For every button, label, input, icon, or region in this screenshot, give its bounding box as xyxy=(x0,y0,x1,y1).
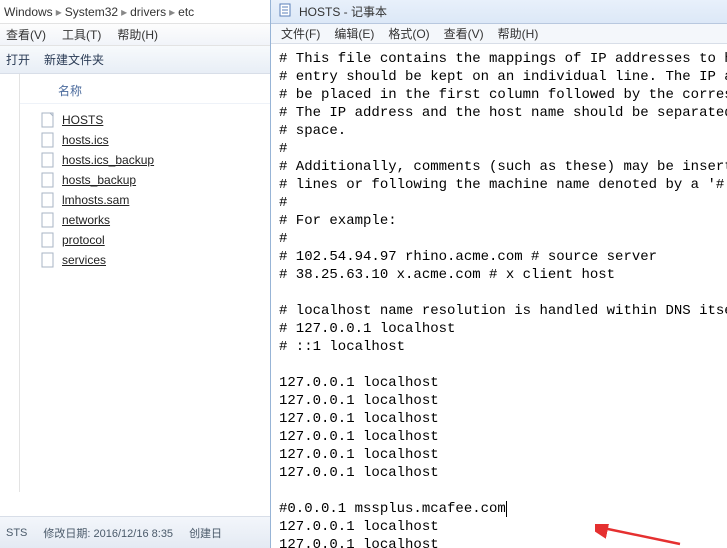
new-folder-button[interactable]: 新建文件夹 xyxy=(44,51,104,68)
file-name: hosts_backup xyxy=(62,173,136,187)
open-button[interactable]: 打开 xyxy=(6,51,30,68)
chevron-right-icon: ▸ xyxy=(169,5,175,19)
window-title[interactable]: HOSTS - 记事本 xyxy=(271,0,727,24)
explorer-menubar: 查看(V) 工具(T) 帮助(H) xyxy=(0,24,270,46)
menu-edit[interactable]: 编辑(E) xyxy=(334,25,374,42)
list-item[interactable]: HOSTS xyxy=(36,110,270,130)
breadcrumb-item[interactable]: System32 xyxy=(65,5,118,19)
tree-pane[interactable] xyxy=(0,74,20,492)
list-item[interactable]: networks xyxy=(36,210,270,230)
text-content: # This file contains the mappings of IP … xyxy=(279,51,727,517)
status-item: STS xyxy=(6,527,27,539)
title-text: HOSTS - 记事本 xyxy=(299,3,387,20)
explorer-body: 名称 HOSTS hosts.ics hosts.ics_backup h xyxy=(0,74,270,492)
status-created: 创建日 xyxy=(189,525,222,541)
menu-file[interactable]: 文件(F) xyxy=(281,25,320,42)
notepad-text-area[interactable]: # This file contains the mappings of IP … xyxy=(271,44,727,548)
breadcrumb-item[interactable]: etc xyxy=(178,5,194,19)
file-name: hosts.ics_backup xyxy=(62,153,154,167)
text-content-after: 127.0.0.1 localhost 127.0.0.1 localhost … xyxy=(279,519,565,548)
list-item[interactable]: lmhosts.sam xyxy=(36,190,270,210)
file-icon xyxy=(40,112,56,128)
list-item[interactable]: hosts_backup xyxy=(36,170,270,190)
list-item[interactable]: hosts.ics xyxy=(36,130,270,150)
list-item[interactable]: hosts.ics_backup xyxy=(36,150,270,170)
explorer-window: Windows ▸ System32 ▸ drivers ▸ etc 查看(V)… xyxy=(0,0,270,548)
file-icon xyxy=(40,232,56,248)
menu-help[interactable]: 帮助(H) xyxy=(117,26,158,43)
menu-view[interactable]: 查看(V) xyxy=(6,26,46,43)
breadcrumb-item[interactable]: drivers xyxy=(130,5,166,19)
status-bar: STS 修改日期: 2016/12/16 8:35 创建日 xyxy=(0,516,270,548)
explorer-toolbar: 打开 新建文件夹 xyxy=(0,46,270,74)
file-list: HOSTS hosts.ics hosts.ics_backup hosts_b… xyxy=(20,104,270,270)
notepad-menubar: 文件(F) 编辑(E) 格式(O) 查看(V) 帮助(H) xyxy=(271,24,727,44)
file-icon xyxy=(40,152,56,168)
menu-format[interactable]: 格式(O) xyxy=(388,25,429,42)
file-name: services xyxy=(62,253,106,267)
file-icon xyxy=(40,252,56,268)
file-name: lmhosts.sam xyxy=(62,193,129,207)
menu-view[interactable]: 查看(V) xyxy=(444,25,484,42)
file-name: hosts.ics xyxy=(62,133,109,147)
file-icon xyxy=(40,132,56,148)
chevron-right-icon: ▸ xyxy=(121,5,127,19)
file-icon xyxy=(40,192,56,208)
menu-tools[interactable]: 工具(T) xyxy=(62,26,101,43)
file-icon xyxy=(40,212,56,228)
notepad-window: HOSTS - 记事本 文件(F) 编辑(E) 格式(O) 查看(V) 帮助(H… xyxy=(270,0,727,548)
file-icon xyxy=(40,172,56,188)
breadcrumb[interactable]: Windows ▸ System32 ▸ drivers ▸ etc xyxy=(0,0,270,24)
breadcrumb-item[interactable]: Windows xyxy=(4,5,53,19)
list-item[interactable]: services xyxy=(36,250,270,270)
text-cursor xyxy=(506,501,507,517)
list-item[interactable]: protocol xyxy=(36,230,270,250)
column-header-name[interactable]: 名称 xyxy=(20,78,270,104)
file-pane[interactable]: 名称 HOSTS hosts.ics hosts.ics_backup h xyxy=(20,74,270,492)
menu-help[interactable]: 帮助(H) xyxy=(498,25,539,42)
notepad-icon xyxy=(279,3,293,20)
file-name: networks xyxy=(62,213,110,227)
file-name: protocol xyxy=(62,233,105,247)
status-modified: 修改日期: 2016/12/16 8:35 xyxy=(43,525,173,541)
chevron-right-icon: ▸ xyxy=(56,5,62,19)
file-name: HOSTS xyxy=(62,113,103,127)
